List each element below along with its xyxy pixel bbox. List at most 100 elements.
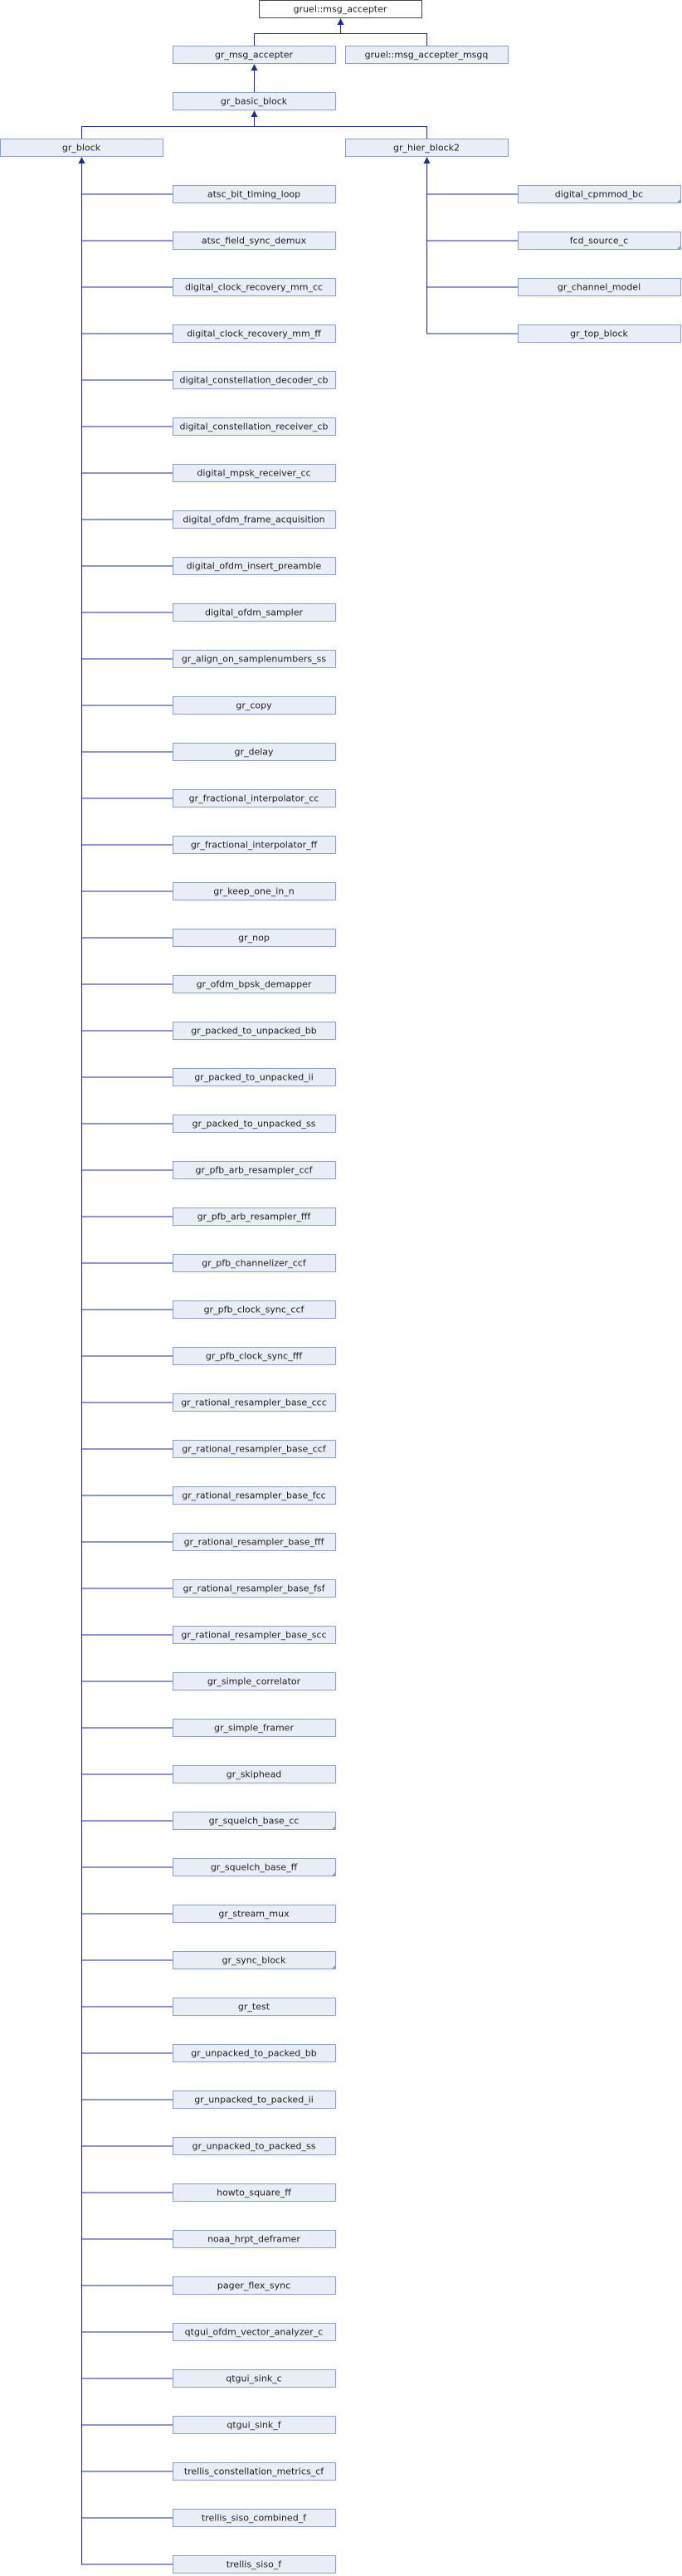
node-gr-rational-resampler-base-ccc[interactable]: gr_rational_resampler_base_ccc xyxy=(173,1393,336,1412)
node-digital-ofdm-insert-preamble[interactable]: digital_ofdm_insert_preamble xyxy=(173,557,336,575)
node-label: gr_rational_resampler_base_scc xyxy=(181,1630,326,1641)
arrowhead xyxy=(337,18,344,25)
node-label: digital_clock_recovery_mm_ff xyxy=(187,329,321,339)
node-gr-packed-to-unpacked-ii[interactable]: gr_packed_to_unpacked_ii xyxy=(173,1068,336,1086)
node-gr-msg-accepter[interactable]: gr_msg_accepter xyxy=(173,46,336,64)
node-gr-channel-model[interactable]: gr_channel_model xyxy=(518,278,681,296)
node-label: gr_rational_resampler_base_fsf xyxy=(183,1583,326,1594)
node-qtgui-sink-c[interactable]: qtgui_sink_c xyxy=(173,2369,336,2388)
node-gr-align-on-samplenumbers-ss[interactable]: gr_align_on_samplenumbers_ss xyxy=(173,650,336,668)
node-gr-fractional-interpolator-cc[interactable]: gr_fractional_interpolator_cc xyxy=(173,789,336,807)
node-gr-rational-resampler-base-scc[interactable]: gr_rational_resampler_base_scc xyxy=(173,1626,336,1644)
node-gr-hier-block2[interactable]: gr_hier_block2 xyxy=(345,139,509,157)
node-gr-ofdm-bpsk-demapper[interactable]: gr_ofdm_bpsk_demapper xyxy=(173,975,336,993)
node-gr-unpacked-to-packed-bb[interactable]: gr_unpacked_to_packed_bb xyxy=(173,2044,336,2062)
node-gr-pfb-clock-sync-fff[interactable]: gr_pfb_clock_sync_fff xyxy=(173,1347,336,1365)
node-gr-top-block[interactable]: gr_top_block xyxy=(518,324,681,343)
node-gr-squelch-base-cc[interactable]: gr_squelch_base_cc xyxy=(173,1812,337,1831)
node-label: gr_msg_accepter xyxy=(215,50,294,61)
node-gr-pfb-arb-resampler-ccf[interactable]: gr_pfb_arb_resampler_ccf xyxy=(173,1161,336,1179)
node-trellis-constellation-metrics-cf[interactable]: trellis_constellation_metrics_cf xyxy=(173,2462,336,2481)
nodes: gruel::msg_acceptergr_msg_accepter gruel:… xyxy=(0,0,682,2574)
node-label: gr_basic_block xyxy=(221,96,288,107)
node-noaa-hrpt-deframer[interactable]: noaa_hrpt_deframer xyxy=(173,2230,336,2248)
node-digital-ofdm-frame-acquisition[interactable]: digital_ofdm_frame_acquisition xyxy=(173,510,336,529)
node-gr-packed-to-unpacked-ss[interactable]: gr_packed_to_unpacked_ss xyxy=(173,1115,336,1133)
node-label: gr_pfb_clock_sync_ccf xyxy=(204,1305,305,1315)
node-gr-basic-block[interactable]: gr_basic_block xyxy=(173,92,336,110)
node-gr-simple-framer[interactable]: gr_simple_framer xyxy=(173,1719,336,1737)
node-label: gr_squelch_base_cc xyxy=(209,1816,300,1827)
node-label: noaa_hrpt_deframer xyxy=(207,2234,300,2245)
arrowhead xyxy=(423,157,431,163)
node-label: digital_cpmmod_bc xyxy=(555,189,643,200)
node-gr-unpacked-to-packed-ss[interactable]: gr_unpacked_to_packed_ss xyxy=(173,2137,336,2155)
node-label: qtgui_ofdm_vector_analyzer_c xyxy=(185,2327,324,2338)
node-label: gr_unpacked_to_packed_ss xyxy=(192,2141,316,2152)
node-gr-rational-resampler-base-fcc[interactable]: gr_rational_resampler_base_fcc xyxy=(173,1486,336,1505)
node-label: gr_squelch_base_ff xyxy=(211,1862,298,1873)
node-gr-fractional-interpolator-ff[interactable]: gr_fractional_interpolator_ff xyxy=(173,836,336,854)
edge-level1 xyxy=(254,33,427,46)
node-digital-ofdm-sampler[interactable]: digital_ofdm_sampler xyxy=(173,603,336,622)
node-label: digital_ofdm_frame_acquisition xyxy=(183,515,324,525)
node-gr-rational-resampler-base-ccf[interactable]: gr_rational_resampler_base_ccf xyxy=(173,1440,336,1458)
node-label: gr_pfb_arb_resampler_fff xyxy=(197,1212,312,1222)
node-label: digital_ofdm_insert_preamble xyxy=(187,561,322,572)
node-gr-rational-resampler-base-fsf[interactable]: gr_rational_resampler_base_fsf xyxy=(173,1579,336,1598)
node-pager-flex-sync[interactable]: pager_flex_sync xyxy=(173,2276,336,2295)
node-label: gr_skiphead xyxy=(227,1769,282,1780)
node-fcd-source-c[interactable]: fcd_source_c xyxy=(518,232,682,251)
node-label: gr_fractional_interpolator_ff xyxy=(191,840,318,851)
node-label: gr_fractional_interpolator_cc xyxy=(189,793,319,804)
node-gr-copy[interactable]: gr_copy xyxy=(173,696,336,715)
node-digital-mpsk-receiver-cc[interactable]: digital_mpsk_receiver_cc xyxy=(173,464,336,482)
node-digital-clock-recovery-mm-cc[interactable]: digital_clock_recovery_mm_cc xyxy=(173,278,336,296)
node-label: gr_sync_block xyxy=(222,1955,287,1966)
node-atsc-field-sync-demux[interactable]: atsc_field_sync_demux xyxy=(173,232,336,250)
node-gr-skiphead[interactable]: gr_skiphead xyxy=(173,1765,336,1783)
node-gruel-msg-accepter-msgq[interactable]: gruel::msg_accepter_msgq xyxy=(345,46,509,64)
node-gr-block[interactable]: gr_block xyxy=(0,139,163,157)
node-gr-test[interactable]: gr_test xyxy=(173,1998,336,2016)
node-howto-square-ff[interactable]: howto_square_ff xyxy=(173,2183,336,2202)
node-label: gr_delay xyxy=(234,747,274,758)
node-label: gr_pfb_channelizer_ccf xyxy=(202,1258,307,1269)
node-qtgui-sink-f[interactable]: qtgui_sink_f xyxy=(173,2416,336,2434)
node-gr-sync-block[interactable]: gr_sync_block xyxy=(173,1951,337,1970)
node-label: digital_constellation_receiver_cb xyxy=(180,422,329,432)
node-gr-unpacked-to-packed-ii[interactable]: gr_unpacked_to_packed_ii xyxy=(173,2091,336,2109)
node-gr-pfb-clock-sync-ccf[interactable]: gr_pfb_clock_sync_ccf xyxy=(173,1300,336,1319)
node-label: gr_block xyxy=(62,143,101,154)
node-gr-packed-to-unpacked-bb[interactable]: gr_packed_to_unpacked_bb xyxy=(173,1022,336,1040)
node-label: digital_constellation_decoder_cb xyxy=(179,375,328,386)
node-label: gr_rational_resampler_base_fff xyxy=(184,1537,325,1548)
node-atsc-bit-timing-loop[interactable]: atsc_bit_timing_loop xyxy=(173,185,336,203)
node-digital-constellation-decoder-cb[interactable]: digital_constellation_decoder_cb xyxy=(173,371,336,389)
arrowhead xyxy=(251,64,258,71)
node-label: gr_test xyxy=(238,2002,270,2013)
node-label: gr_hier_block2 xyxy=(393,143,460,154)
node-trellis-siso-combined-f[interactable]: trellis_siso_combined_f xyxy=(173,2509,336,2527)
edges xyxy=(78,18,518,2565)
node-digital-cpmmod-bc[interactable]: digital_cpmmod_bc xyxy=(518,185,682,204)
node-gruel-msg-accepter[interactable]: gruel::msg_accepter xyxy=(259,0,422,18)
node-trellis-siso-f[interactable]: trellis_siso_f xyxy=(173,2555,336,2574)
node-gr-pfb-channelizer-ccf[interactable]: gr_pfb_channelizer_ccf xyxy=(173,1254,336,1272)
node-label: gr_packed_to_unpacked_ss xyxy=(192,1119,316,1129)
node-gr-squelch-base-ff[interactable]: gr_squelch_base_ff xyxy=(173,1858,337,1877)
node-gr-pfb-arb-resampler-fff[interactable]: gr_pfb_arb_resampler_fff xyxy=(173,1208,336,1226)
arrowhead xyxy=(251,110,258,117)
node-digital-constellation-receiver-cb[interactable]: digital_constellation_receiver_cb xyxy=(173,417,336,436)
node-qtgui-ofdm-vector-analyzer-c[interactable]: qtgui_ofdm_vector_analyzer_c xyxy=(173,2323,336,2341)
node-gr-simple-correlator[interactable]: gr_simple_correlator xyxy=(173,1672,336,1690)
node-digital-clock-recovery-mm-ff[interactable]: digital_clock_recovery_mm_ff xyxy=(173,324,336,343)
node-gr-keep-one-in-n[interactable]: gr_keep_one_in_n xyxy=(173,882,336,900)
node-label: gr_top_block xyxy=(570,329,628,339)
node-gr-delay[interactable]: gr_delay xyxy=(173,743,336,761)
node-label: qtgui_sink_c xyxy=(226,2374,281,2384)
node-label: gr_keep_one_in_n xyxy=(213,886,294,897)
node-gr-stream-mux[interactable]: gr_stream_mux xyxy=(173,1905,336,1923)
node-gr-rational-resampler-base-fff[interactable]: gr_rational_resampler_base_fff xyxy=(173,1533,336,1551)
node-gr-nop[interactable]: gr_nop xyxy=(173,929,336,947)
